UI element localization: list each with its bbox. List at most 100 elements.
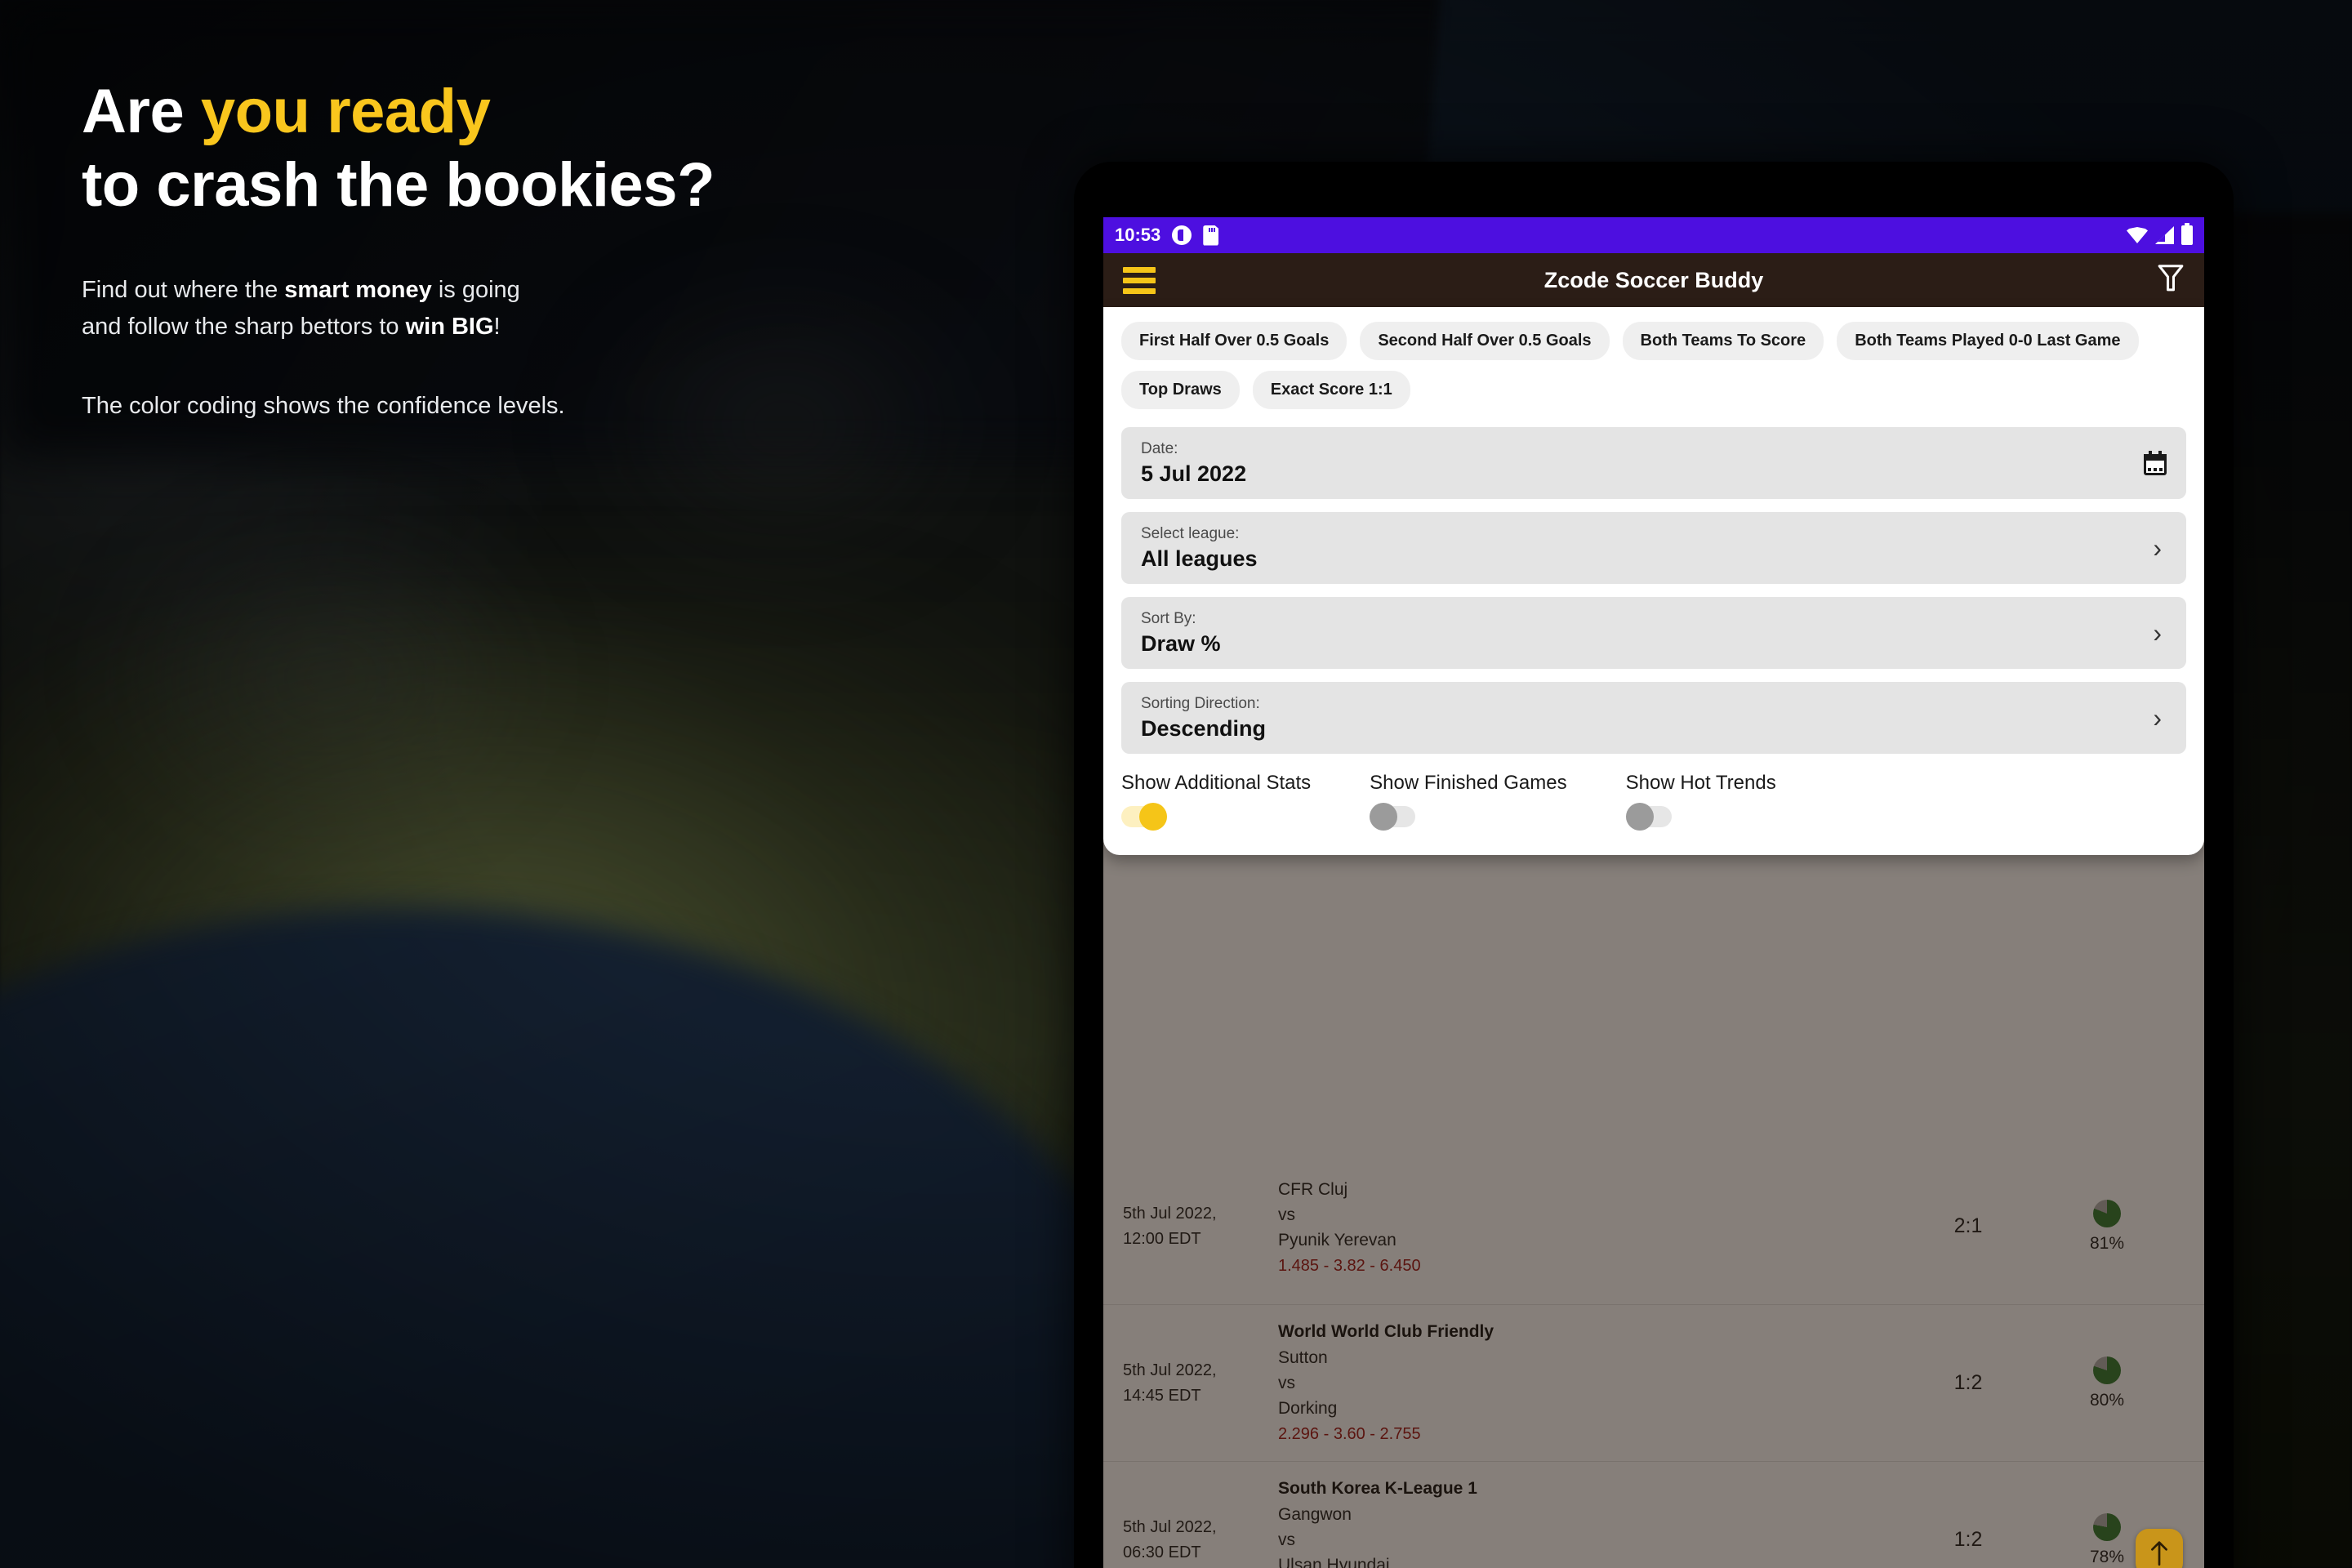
cellular-signal-icon [2155, 226, 2174, 244]
funnel-filter-icon[interactable] [2157, 264, 2185, 297]
status-bar-right [2127, 223, 2193, 245]
hamburger-menu-icon[interactable] [1123, 266, 1156, 294]
match-datetime: 5th Jul 2022, 06:30 EDT [1123, 1515, 1260, 1566]
para1-win-big: win BIG [405, 314, 494, 341]
field-value: 5 Jul 2022 [1141, 461, 1247, 486]
field-value: All leagues [1141, 546, 1258, 571]
match-home-team: Gangwon [1278, 1504, 1352, 1524]
match-odds: 2.296 - 3.60 - 2.755 [1278, 1425, 1421, 1444]
filter-field-sortby[interactable]: Sort By: Draw % › [1121, 597, 2186, 669]
match-home-team: Sutton [1278, 1348, 1328, 1367]
match-teams: South Korea K-League 1 Gangwon vs Ulsan Hyu… [1260, 1479, 1907, 1568]
headline-accent: you ready [200, 77, 491, 146]
app-bar: Zcode Soccer Buddy [1103, 253, 2204, 307]
match-league: South Korea K-League 1 [1278, 1478, 1477, 1498]
app-title: Zcode Soccer Buddy [1544, 267, 1764, 292]
field-label: Date: [1141, 439, 1178, 457]
table-row[interactable]: 5th Jul 2022, 14:45 EDT World World Club F… [1103, 1305, 2204, 1462]
para1-f: ! [493, 314, 501, 341]
para1-smart-money: smart money [284, 277, 432, 304]
match-time: 06:30 EDT [1123, 1543, 1201, 1561]
toggle-item: Show Finished Games [1370, 772, 1567, 831]
confidence-percent: 78% [2089, 1547, 2125, 1566]
field-label: Sorting Direction: [1141, 694, 1260, 712]
field-value: Draw % [1141, 630, 1221, 656]
confidence-pie-chart [2093, 1356, 2121, 1384]
filter-toggles: Show Additional Stats Show Finished Games… [1121, 772, 2186, 831]
status-bar-left: 10:53 [1115, 225, 1219, 246]
battery-icon [2181, 223, 2193, 245]
page-title: Are you ready to crash the bookies? [82, 75, 1045, 221]
toggle-switch-show-additional-stats[interactable] [1121, 803, 1167, 831]
match-vs-label: vs [1278, 1373, 1295, 1392]
filter-panel: First Half Over 0.5 Goals Second Half Ove… [1103, 307, 2204, 855]
sd-card-icon [1203, 225, 1219, 246]
match-away-team: Ulsan Hyundai [1278, 1556, 1390, 1568]
toggle-switch-show-finished-games[interactable] [1370, 803, 1416, 831]
para1-a: Find out where the [82, 277, 285, 304]
match-score: 1:2 [1953, 1528, 1983, 1551]
quick-filter-chips: First Half Over 0.5 Goals Second Half Ove… [1121, 322, 2186, 409]
switch-knob [1625, 803, 1654, 831]
match-date: 5th Jul 2022, [1123, 1361, 1217, 1379]
toggle-label: Show Hot Trends [1625, 772, 1776, 794]
filter-chip[interactable]: First Half Over 0.5 Goals [1121, 322, 1348, 360]
filter-chip[interactable]: Second Half Over 0.5 Goals [1360, 322, 1610, 360]
chevron-right-icon[interactable]: › [2153, 705, 2167, 731]
confidence-percent: 81% [2089, 1233, 2125, 1253]
match-home-team: CFR Cluj [1278, 1179, 1348, 1199]
filter-chip[interactable]: Top Draws [1121, 371, 1240, 409]
confidence-pie-chart [2093, 1512, 2121, 1541]
status-bar-time: 10:53 [1115, 225, 1161, 245]
filter-field-date[interactable]: Date: 5 Jul 2022 [1121, 427, 2186, 499]
scroll-to-top-button[interactable] [2136, 1529, 2183, 1568]
match-date: 5th Jul 2022, [1123, 1517, 1217, 1536]
field-text: Sorting Direction: Descending [1141, 695, 2153, 742]
confidence-indicator: 80% [2029, 1356, 2185, 1410]
match-odds: 1.485 - 3.82 - 6.450 [1278, 1257, 1421, 1276]
filter-chip[interactable]: Both Teams Played 0-0 Last Game [1837, 322, 2139, 360]
toggle-item: Show Hot Trends [1625, 772, 1776, 831]
field-label: Sort By: [1141, 609, 1196, 627]
match-vs-label: vs [1278, 1530, 1295, 1549]
filter-field-selectleague[interactable]: Select league: All leagues › [1121, 512, 2186, 584]
match-score: 2:1 [1953, 1214, 1983, 1237]
field-text: Date: 5 Jul 2022 [1141, 440, 2144, 487]
filter-field-sortingdirection[interactable]: Sorting Direction: Descending › [1121, 682, 2186, 754]
confidence-pie-chart [2093, 1199, 2121, 1227]
wifi-icon [2127, 227, 2148, 243]
match-datetime: 5th Jul 2022, 14:45 EDT [1123, 1358, 1260, 1409]
para1-d: and follow the sharp bettors to [82, 314, 406, 341]
match-score: 1:2 [1953, 1371, 1983, 1394]
headline-line2: to crash the bookies? [82, 149, 715, 220]
filter-chip[interactable]: Exact Score 1:1 [1252, 371, 1410, 409]
calendar-icon[interactable] [2144, 451, 2167, 475]
confidence-percent: 80% [2089, 1390, 2125, 1410]
chevron-right-icon[interactable]: › [2153, 535, 2167, 561]
status-bar: 10:53 [1103, 217, 2204, 253]
headline-plain: Are [82, 77, 201, 146]
sim-card-icon [1172, 225, 1192, 245]
toggle-switch-show-hot-trends[interactable] [1625, 803, 1672, 831]
hamburger-bar [1123, 287, 1156, 294]
field-label: Select league: [1141, 524, 1240, 542]
match-teams: World World Club Friendly Sutton vs Dorking… [1260, 1322, 1907, 1444]
confidence-indicator: 81% [2029, 1199, 2185, 1254]
chevron-right-icon[interactable]: › [2153, 620, 2167, 646]
marketing-paragraph-2: The color coding shows the confidence le… [82, 393, 565, 420]
field-text: Sort By: Draw % [1141, 610, 2153, 657]
table-row[interactable]: 5th Jul 2022, 06:30 EDT South Korea K-Leag… [1103, 1462, 2204, 1568]
marketing-copy: Are you ready to crash the bookies? Find… [82, 75, 1045, 425]
match-away-team: Pyunik Yerevan [1278, 1231, 1396, 1250]
match-rows-container: 5th Jul 2022, 12:00 EDT CFR Cluj vs Pyunik Y… [1103, 1148, 2204, 1568]
filter-chip[interactable]: Both Teams To Score [1622, 322, 1824, 360]
para1-c: is going [431, 277, 520, 304]
hamburger-bar [1123, 266, 1156, 273]
match-datetime: 5th Jul 2022, 12:00 EDT [1123, 1201, 1260, 1252]
marketing-body: Find out where the smart money is going … [82, 272, 1045, 425]
table-row[interactable]: 5th Jul 2022, 12:00 EDT CFR Cluj vs Pyunik Y… [1103, 1148, 2204, 1305]
toggle-label: Show Finished Games [1370, 772, 1567, 794]
filter-fields: Date: 5 Jul 2022 Select league: All leagues… [1121, 427, 2186, 754]
match-time: 12:00 EDT [1123, 1229, 1201, 1248]
arrow-up-icon [2151, 1541, 2167, 1566]
